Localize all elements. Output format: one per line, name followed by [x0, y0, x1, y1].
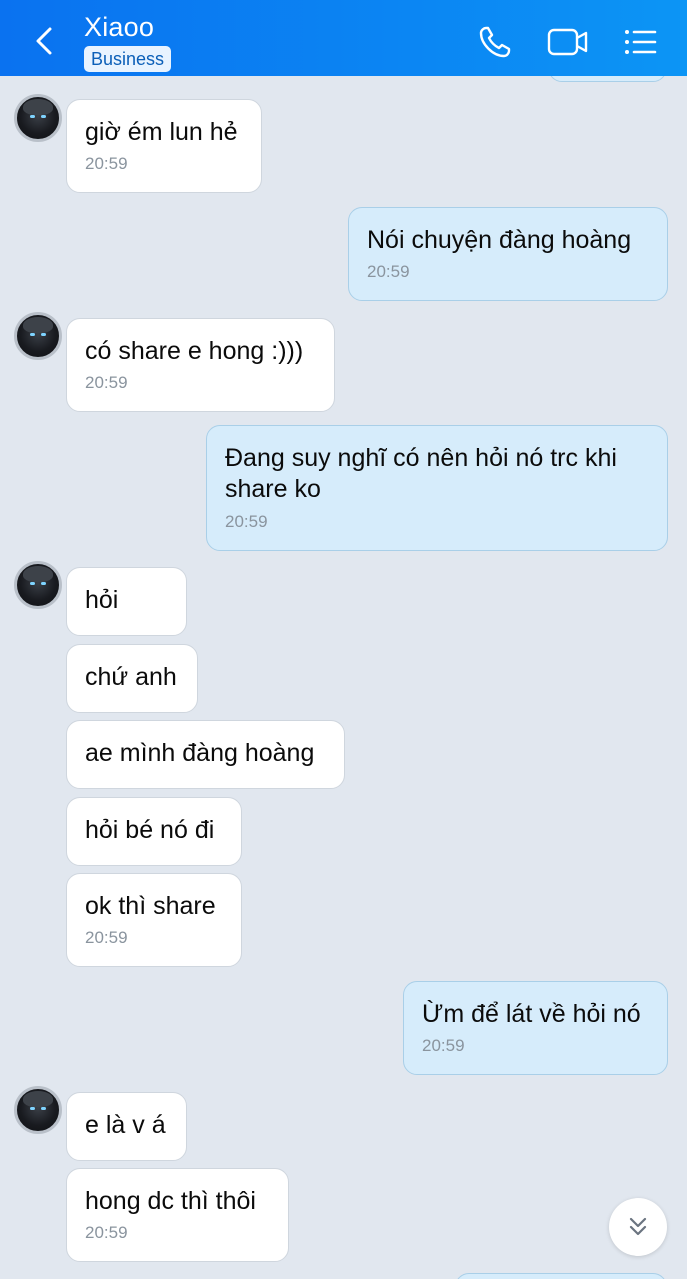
contact-avatar[interactable] [14, 94, 62, 142]
contact-avatar[interactable] [14, 312, 62, 360]
message-bubble[interactable]: Nói chuyện đàng hoàng 20:59 [348, 207, 668, 301]
message-bubble[interactable]: hong dc thì thôi 20:59 [66, 1168, 289, 1262]
message-time: 20:59 [85, 373, 128, 392]
message-list[interactable]: giờ ém lun hẻ 20:59 Nói chuyện đàng hoàn… [0, 46, 687, 1279]
message-text: có share e hong :))) [85, 337, 304, 365]
message-bubble[interactable]: Ừm để lát về hỏi nó 20:59 [403, 981, 668, 1075]
phone-icon [479, 26, 511, 58]
message-text: hỏi [85, 586, 119, 614]
message-bubble-partial [455, 1273, 667, 1279]
chat-header: Xiaoo Business [0, 0, 687, 76]
business-badge: Business [84, 46, 172, 72]
call-button[interactable] [477, 24, 513, 60]
video-call-icon [547, 28, 588, 56]
message-bubble[interactable]: hỏi bé nó đi [66, 797, 242, 866]
message-bubble[interactable]: ae mình đàng hoàng [66, 720, 345, 789]
message-text: Đang suy nghĩ có nên hỏi nó trc khi shar… [225, 444, 617, 503]
message-text: hỏi bé nó đi [85, 816, 215, 844]
message-time: 20:59 [85, 928, 128, 947]
menu-button[interactable] [622, 24, 658, 60]
message-text: ok thì share [85, 892, 216, 920]
contact-avatar[interactable] [14, 1086, 62, 1134]
message-text: chứ anh [85, 663, 177, 691]
message-text: e là v á [85, 1111, 166, 1139]
message-text: giờ ém lun hẻ [85, 118, 238, 146]
message-time: 20:59 [225, 512, 268, 531]
scroll-to-bottom-button[interactable] [609, 1198, 667, 1256]
message-bubble[interactable]: ok thì share 20:59 [66, 873, 242, 967]
message-bubble[interactable]: Đang suy nghĩ có nên hỏi nó trc khi shar… [206, 425, 668, 551]
menu-list-icon [625, 30, 657, 54]
back-button[interactable] [28, 24, 62, 58]
chat-screen: Xiaoo Business giờ ém lun hẻ 20:59 Nói c… [0, 0, 687, 1279]
message-bubble[interactable]: chứ anh [66, 644, 198, 713]
message-time: 20:59 [85, 154, 128, 173]
message-time: 20:59 [422, 1036, 465, 1055]
message-time: 20:59 [85, 1223, 128, 1242]
message-text: Ừm để lát về hỏi nó [422, 1000, 641, 1028]
message-text: ae mình đàng hoàng [85, 739, 315, 767]
message-text: Nói chuyện đàng hoàng [367, 226, 632, 254]
message-bubble[interactable]: giờ ém lun hẻ 20:59 [66, 99, 262, 193]
contact-avatar[interactable] [14, 561, 62, 609]
message-bubble[interactable]: có share e hong :))) 20:59 [66, 318, 335, 412]
message-bubble[interactable]: e là v á [66, 1092, 187, 1161]
message-text: hong dc thì thôi [85, 1187, 256, 1215]
back-icon [36, 27, 52, 55]
contact-name[interactable]: Xiaoo [84, 12, 154, 43]
message-bubble[interactable]: hỏi [66, 567, 187, 636]
video-call-button[interactable] [546, 24, 590, 60]
message-time: 20:59 [367, 262, 410, 281]
double-chevron-down-icon [629, 1217, 647, 1236]
